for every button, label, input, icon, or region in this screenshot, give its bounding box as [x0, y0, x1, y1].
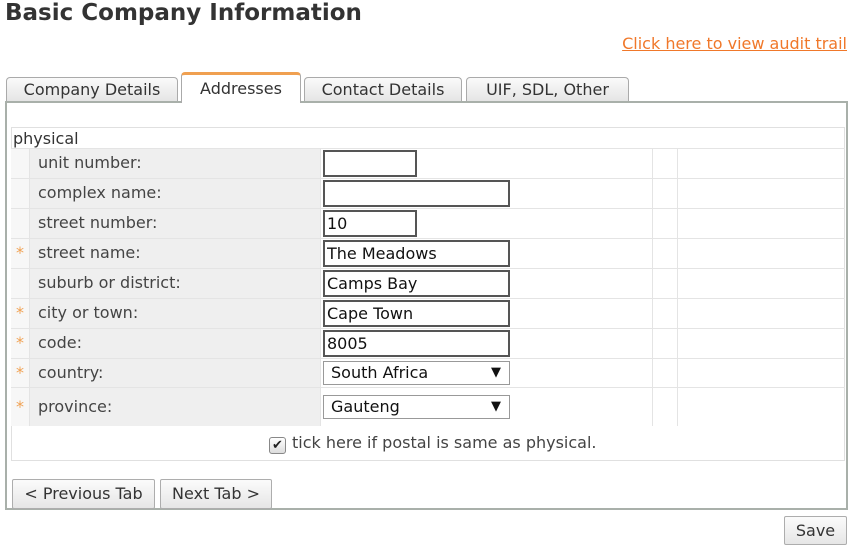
field-label: unit number: — [29, 149, 321, 178]
form-row-province: * province: Gauteng ▼ — [11, 387, 845, 426]
form-row-street-name: * street name: — [11, 238, 845, 268]
form-row-street-number: street number: — [11, 208, 845, 238]
selected-value: Gauteng — [331, 397, 400, 416]
field-label: city or town: — [29, 299, 321, 328]
selected-value: South Africa — [331, 363, 429, 382]
unit-number-input[interactable] — [323, 150, 417, 177]
form-row-code: * code: — [11, 328, 845, 358]
required-marker: * — [11, 329, 29, 358]
field-label: street name: — [29, 239, 321, 268]
required-marker: * — [11, 359, 29, 387]
tab-contact-details[interactable]: Contact Details — [304, 77, 462, 102]
form-row-complex-name: complex name: — [11, 178, 845, 208]
chevron-down-icon: ▼ — [491, 399, 501, 414]
complex-name-input[interactable] — [323, 180, 510, 207]
chevron-down-icon: ▼ — [491, 365, 501, 380]
tab-uif-sdl-other[interactable]: UIF, SDL, Other — [466, 77, 629, 102]
page-title: Basic Company Information — [5, 0, 362, 26]
previous-tab-button[interactable]: < Previous Tab — [12, 479, 155, 509]
postal-same-label: tick here if postal is same as physical. — [292, 433, 597, 452]
audit-trail-link[interactable]: Click here to view audit trail — [622, 34, 847, 53]
street-name-input[interactable] — [323, 240, 510, 267]
required-marker — [11, 149, 29, 178]
form-row-city: * city or town: — [11, 298, 845, 328]
field-label: country: — [29, 359, 321, 387]
checkmark-icon: ✔ — [272, 438, 283, 453]
address-form: unit number: complex name: street number… — [11, 148, 845, 426]
tab-addresses[interactable]: Addresses — [181, 72, 301, 103]
suburb-input[interactable] — [323, 270, 510, 297]
tab-company-details[interactable]: Company Details — [6, 77, 178, 102]
field-label: complex name: — [29, 179, 321, 208]
form-row-suburb: suburb or district: — [11, 268, 845, 298]
tab-panel: physical unit number: complex name: stre… — [5, 101, 848, 510]
province-select[interactable]: Gauteng ▼ — [323, 395, 510, 419]
required-marker: * — [11, 299, 29, 328]
next-tab-button[interactable]: Next Tab > — [160, 479, 272, 509]
street-number-input[interactable] — [323, 210, 417, 237]
postal-code-input[interactable] — [323, 330, 510, 357]
postal-same-checkbox[interactable]: ✔ — [269, 437, 286, 454]
postal-same-option: ✔ tick here if postal is same as physical… — [269, 433, 597, 454]
section-title: physical — [13, 129, 79, 148]
save-button[interactable]: Save — [784, 516, 847, 545]
form-row-country: * country: South Africa ▼ — [11, 358, 845, 387]
field-label: suburb or district: — [29, 269, 321, 298]
field-label: province: — [29, 388, 321, 426]
field-label: code: — [29, 329, 321, 358]
required-marker — [11, 269, 29, 298]
city-input[interactable] — [323, 300, 510, 327]
form-row-unit-number: unit number: — [11, 148, 845, 178]
required-marker: * — [11, 239, 29, 268]
required-marker — [11, 179, 29, 208]
country-select[interactable]: South Africa ▼ — [323, 361, 510, 385]
field-label: street number: — [29, 209, 321, 238]
required-marker: * — [11, 388, 29, 426]
required-marker — [11, 209, 29, 238]
